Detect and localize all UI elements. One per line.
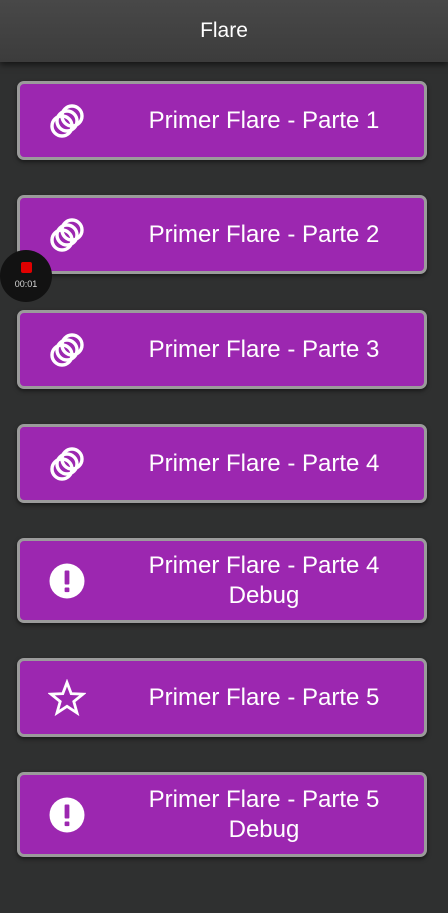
parte-5-label: Primer Flare - Parte 5	[148, 683, 380, 711]
parte-3-label: Primer Flare - Parte 3	[148, 335, 380, 363]
parte-4-button[interactable]: Primer Flare - Parte 4	[17, 424, 427, 503]
parte-2-label: Primer Flare - Parte 2	[148, 220, 380, 248]
parte-5-debug-button[interactable]: Primer Flare - Parte 5 Debug	[17, 772, 427, 857]
parte-5-button[interactable]: Primer Flare - Parte 5	[17, 658, 427, 737]
parte-4-debug-button[interactable]: Primer Flare - Parte 4 Debug	[17, 538, 427, 623]
parte-5-debug-label: Primer Flare - Parte 5 Debug	[148, 785, 380, 843]
screen-recorder-bubble[interactable]: 00:01	[0, 250, 52, 302]
circles-icon	[48, 102, 86, 140]
app-title: Flare	[200, 19, 248, 42]
circles-icon	[48, 331, 86, 369]
star-icon	[48, 678, 86, 717]
parte-4-debug-label: Primer Flare - Parte 4 Debug	[148, 551, 380, 609]
menu-list: Primer Flare - Parte 1 Primer Flare - Pa…	[0, 0, 448, 913]
parte-4-label: Primer Flare - Parte 4	[148, 449, 380, 477]
circles-icon	[48, 445, 86, 483]
parte-1-button[interactable]: Primer Flare - Parte 1	[17, 81, 427, 160]
alert-icon	[48, 796, 86, 834]
alert-icon	[48, 562, 86, 600]
recorder-timer: 00:01	[14, 279, 38, 289]
record-stop-icon[interactable]	[21, 262, 32, 273]
parte-1-label: Primer Flare - Parte 1	[148, 106, 380, 134]
parte-2-button[interactable]: Primer Flare - Parte 2	[17, 195, 427, 274]
circles-icon	[48, 216, 86, 254]
parte-3-button[interactable]: Primer Flare - Parte 3	[17, 310, 427, 389]
app-bar: Flare	[0, 0, 448, 62]
